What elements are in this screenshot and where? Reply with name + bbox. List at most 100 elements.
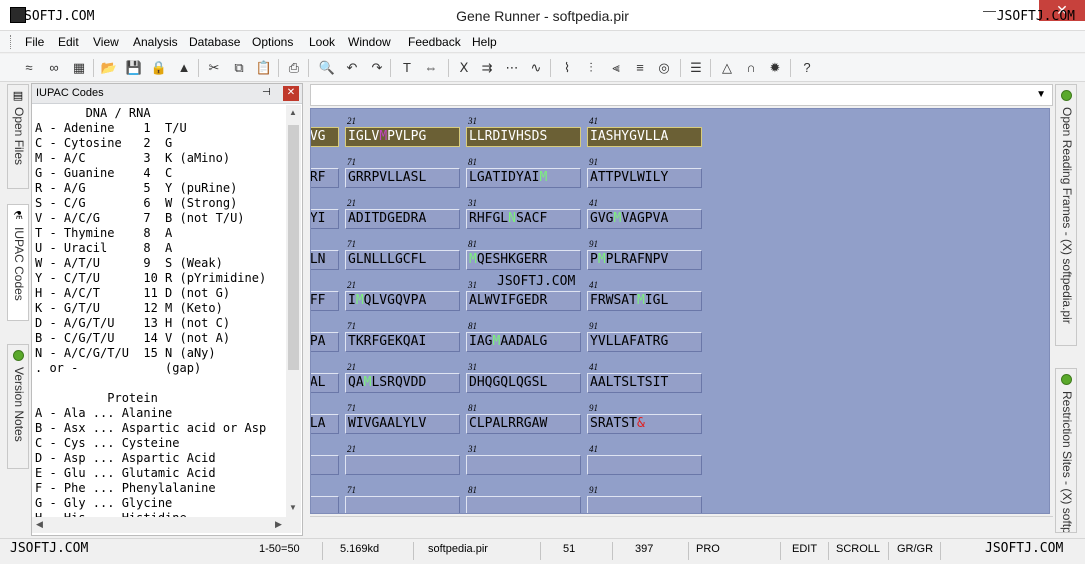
merge-icon[interactable]: ≡ (631, 59, 649, 77)
sequence-block[interactable] (311, 455, 339, 475)
menu-analysis[interactable]: Analysis (133, 35, 178, 49)
sequence-block[interactable] (345, 455, 460, 475)
sequence-block[interactable]: CLPALRRGAW (466, 414, 581, 434)
sequence-block[interactable] (466, 455, 581, 475)
sequence-block[interactable]: VLN (311, 250, 339, 270)
circular-icon[interactable]: ◎ (655, 59, 673, 77)
sequence-view[interactable]: 213141AVGIGLVMPVLPGLLRDIVHSDSIASHYGVLLA7… (310, 108, 1050, 514)
sequence-block[interactable]: AVG (311, 127, 339, 147)
menu-window[interactable]: Window (348, 35, 391, 49)
sequence-block[interactable]: IGLVMPVLPG (345, 127, 460, 147)
menu-feedback[interactable]: Feedback (408, 35, 461, 49)
dna2-icon[interactable]: ∞ (45, 59, 63, 77)
sequence-block[interactable]: YVLLAFATRG (587, 332, 702, 352)
translate-icon[interactable]: ⇔ (422, 59, 440, 77)
dots-icon[interactable]: ⋯ (503, 59, 521, 77)
sequence-block[interactable]: DHQGQLQGSL (466, 373, 581, 393)
help-icon[interactable]: ? (798, 59, 816, 77)
align-icon[interactable]: ⇉ (478, 59, 496, 77)
sequence-block[interactable]: RHFGLNSACF (466, 209, 581, 229)
sequence-block[interactable]: ATTPVLWILY (587, 168, 702, 188)
text-icon[interactable]: T (398, 59, 416, 77)
tab-open-reading-frames[interactable]: Open Reading Frames - (X) softpedia.pir (1055, 84, 1077, 346)
iupac-vscrollbar[interactable]: ▲ ▼ (286, 105, 301, 517)
sequence-block[interactable]: ORF (311, 168, 339, 188)
tab-version-notes[interactable]: Version Notes (7, 344, 29, 469)
chevron-down-icon[interactable]: ▼ (1036, 89, 1046, 100)
sequence-block[interactable]: LGATIDYAIM (466, 168, 581, 188)
redo-icon[interactable]: ↷ (368, 59, 386, 77)
sequence-block[interactable]: SRATST& (587, 414, 702, 434)
find-icon[interactable]: 🔍 (318, 59, 336, 77)
sequence-hscrollbar[interactable] (310, 516, 1053, 532)
tab-restriction-sites[interactable]: Restriction Sites - (X) softpedia.pir (1055, 368, 1077, 533)
list-icon[interactable]: ☰ (687, 59, 705, 77)
grid-icon[interactable]: ▦ (70, 59, 88, 77)
sequence-block[interactable] (345, 496, 460, 513)
tab-open-files[interactable]: ▤ Open Files (7, 84, 29, 189)
menu-view[interactable]: View (93, 35, 119, 49)
scroll-left-icon[interactable]: ◀ (36, 519, 43, 530)
sequence-block[interactable]: AALTSLTSIT (587, 373, 702, 393)
scroll-thumb[interactable] (288, 125, 299, 370)
sun-icon[interactable]: ✹ (766, 59, 784, 77)
sequence-block[interactable]: PAL (311, 373, 339, 393)
lock-icon[interactable]: 🔒 (150, 59, 168, 77)
menu-help[interactable]: Help (472, 35, 497, 49)
triangle-icon[interactable]: △ (718, 59, 736, 77)
sequence-block[interactable] (587, 496, 702, 513)
copy-icon[interactable]: ⧉ (230, 59, 248, 77)
print-icon[interactable]: ⎙ (285, 59, 303, 77)
menu-grip[interactable] (10, 35, 13, 49)
sequence-block[interactable]: IASHYGVLLA (587, 127, 702, 147)
sequence-block[interactable]: FRWSATMIGL (587, 291, 702, 311)
menu-database[interactable]: Database (189, 35, 240, 49)
menu-look[interactable]: Look (309, 35, 335, 49)
digest-icon[interactable]: ⫷ (607, 59, 625, 77)
iupac-close-button[interactable]: ✕ (283, 86, 299, 101)
menu-options[interactable]: Options (252, 35, 293, 49)
paste-icon[interactable]: 📋 (255, 59, 273, 77)
iupac-hscrollbar[interactable]: ◀ ▶ (32, 517, 301, 533)
pin-icon[interactable]: ⊣ (262, 87, 271, 98)
cut-icon[interactable]: ✂ (205, 59, 223, 77)
sequence-block[interactable]: GRRPVLLASL (345, 168, 460, 188)
sequence-block[interactable]: TKRFGEKQAI (345, 332, 460, 352)
sequence-block[interactable] (311, 496, 339, 513)
undo-icon[interactable]: ↶ (343, 59, 361, 77)
stack-icon[interactable]: ▲ (175, 59, 193, 77)
sequence-block[interactable]: WIVGAALYLV (345, 414, 460, 434)
scroll-down-icon[interactable]: ▼ (289, 503, 297, 512)
sequence-selector[interactable]: ▼ (310, 84, 1053, 106)
sequence-block[interactable]: GVGMVAGPVA (587, 209, 702, 229)
sequence-block[interactable]: IAGMAADALG (466, 332, 581, 352)
wave-icon[interactable]: ∿ (527, 59, 545, 77)
primer-icon[interactable]: ⵝ (455, 59, 473, 77)
sequence-block[interactable]: AYI (311, 209, 339, 229)
restriction-icon[interactable]: ⌇ (558, 59, 576, 77)
scroll-right-icon[interactable]: ▶ (275, 519, 282, 530)
sequence-block[interactable]: GLNLLLGCFL (345, 250, 460, 270)
sequence-block[interactable]: GLA (311, 414, 339, 434)
open-folder-icon[interactable]: 📂 (100, 59, 118, 77)
sequence-block[interactable]: IMQLVGQVPA (345, 291, 460, 311)
menu-edit[interactable]: Edit (58, 35, 79, 49)
sequence-block[interactable]: VFF (311, 291, 339, 311)
sequence-block[interactable]: GPA (311, 332, 339, 352)
sequence-block[interactable]: PMPLRAFNPV (587, 250, 702, 270)
sequence-block[interactable]: LLRDIVHSDS (466, 127, 581, 147)
scroll-up-icon[interactable]: ▲ (289, 108, 297, 117)
dna-icon[interactable]: ≈ (20, 59, 38, 77)
sequence-block[interactable]: ADITDGEDRA (345, 209, 460, 229)
ladder-icon[interactable]: ⫶ (582, 59, 600, 77)
tab-iupac-codes[interactable]: ⚗ IUPAC Codes (7, 204, 29, 321)
iupac-icon: ⚗ (13, 210, 23, 222)
arch-icon[interactable]: ∩ (742, 59, 760, 77)
sequence-block[interactable] (466, 496, 581, 513)
menu-file[interactable]: File (25, 35, 44, 49)
sequence-block[interactable]: MQESHKGERR (466, 250, 581, 270)
sequence-block[interactable]: ALWVIFGEDR (466, 291, 581, 311)
save-icon[interactable]: 💾 (125, 59, 143, 77)
sequence-block[interactable] (587, 455, 702, 475)
sequence-block[interactable]: QAMLSRQVDD (345, 373, 460, 393)
